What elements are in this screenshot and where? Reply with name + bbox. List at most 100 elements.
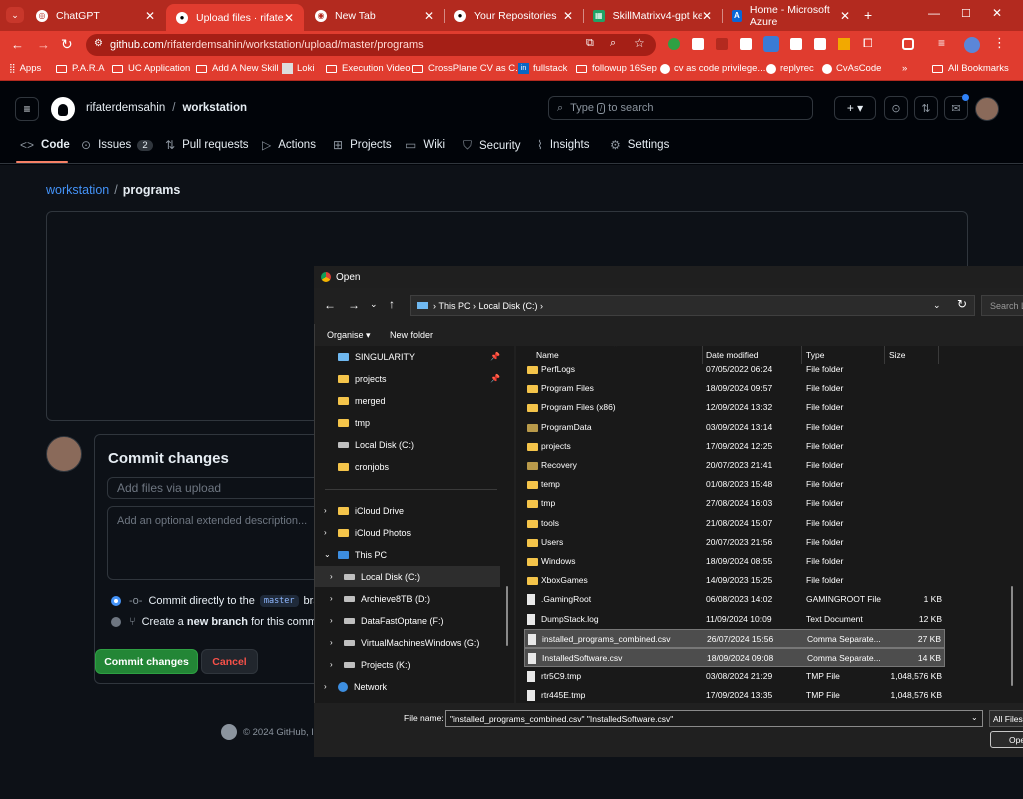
nav-item-projects[interactable]: projects 📌 bbox=[315, 368, 514, 389]
chevron-right-icon[interactable]: › bbox=[330, 594, 344, 603]
nav-item-network[interactable]: › Network bbox=[315, 676, 514, 697]
browser-tab-azure[interactable]: A Home - Microsoft Azure ✕ bbox=[722, 0, 860, 31]
address-bar[interactable]: ⚙ github.com/rifaterdemsahin/workstation… bbox=[86, 34, 656, 56]
nav-item-tmp[interactable]: tmp bbox=[315, 412, 514, 433]
avatar[interactable] bbox=[975, 97, 999, 121]
create-new-button[interactable]: + ▾ bbox=[834, 96, 876, 120]
up-icon[interactable]: ↑ bbox=[389, 297, 395, 311]
column-header-size[interactable]: Size bbox=[889, 350, 906, 360]
bookmarks-overflow-button[interactable]: » bbox=[902, 63, 907, 74]
nav-item-this-pc[interactable]: ⌄ This PC bbox=[315, 544, 514, 565]
close-window-button[interactable]: ✕ bbox=[992, 6, 1002, 20]
chevron-right-icon[interactable]: › bbox=[330, 616, 344, 625]
recent-locations-icon[interactable]: ⌄ bbox=[370, 299, 378, 310]
repo-link[interactable]: workstation bbox=[182, 102, 247, 114]
extension-icon[interactable] bbox=[902, 38, 914, 50]
bookmark-cv-as-code[interactable]: cv as code privilege... bbox=[660, 63, 765, 74]
extension-icon[interactable] bbox=[790, 38, 802, 50]
bookmark-uc-application[interactable]: UC Application bbox=[112, 63, 190, 74]
minimize-button[interactable]: — bbox=[928, 6, 940, 20]
radio-unchecked-icon[interactable] bbox=[111, 617, 121, 627]
site-settings-icon[interactable]: ⚙ bbox=[94, 38, 103, 49]
nav-item-projects-k[interactable]: › Projects (K:) bbox=[315, 654, 514, 675]
nav-item-datafast-f[interactable]: › DataFastOptane (F:) bbox=[315, 610, 514, 631]
nav-item-vm-g[interactable]: › VirtualMachinesWindows (G:) bbox=[315, 632, 514, 653]
file-row[interactable]: rtr445E.tmp 17/09/2024 13:35 TMP File 1,048… bbox=[524, 686, 945, 703]
zoom-icon[interactable]: ⌕ bbox=[610, 37, 616, 50]
close-icon[interactable]: ✕ bbox=[702, 9, 712, 23]
bookmark-followup[interactable]: followup 16Sep bbox=[576, 63, 657, 74]
column-header-type[interactable]: Type bbox=[806, 350, 824, 360]
browser-tab-skillmatrix[interactable]: ▦ SkillMatrixv4-gpt keyval ✕ bbox=[583, 0, 722, 31]
file-row[interactable]: temp 01/08/2023 15:48 File folder bbox=[524, 475, 945, 494]
nav-item-local-disk-quick[interactable]: Local Disk (C:) bbox=[315, 434, 514, 455]
close-icon[interactable]: ✕ bbox=[840, 9, 850, 23]
nav-item-merged[interactable]: merged bbox=[315, 390, 514, 411]
path-bar[interactable]: › This PC › Local Disk (C:) › ⌄ bbox=[410, 295, 975, 316]
refresh-icon[interactable]: ↻ bbox=[957, 297, 967, 311]
extension-icon[interactable] bbox=[838, 38, 850, 50]
chevron-right-icon[interactable]: › bbox=[324, 682, 338, 691]
nav-item-local-disk-c[interactable]: › Local Disk (C:) bbox=[315, 566, 500, 587]
bookmark-replyrec[interactable]: replyrec bbox=[766, 63, 814, 74]
bookmark-all[interactable]: All Bookmarks bbox=[932, 63, 1009, 74]
search-input[interactable]: ⌕ Type / to search bbox=[548, 96, 813, 120]
file-row[interactable]: PerfLogs 07/05/2022 06:24 File folder bbox=[524, 360, 945, 379]
nav-item-cronjobs[interactable]: cronjobs bbox=[315, 456, 514, 477]
path-dropdown-icon[interactable]: ⌄ bbox=[933, 300, 941, 311]
tab-search-button[interactable]: ⌄ bbox=[6, 7, 24, 23]
bookmark-para[interactable]: P.A.R.A bbox=[56, 63, 105, 74]
bookmark-crossplane[interactable]: CrossPlane CV as C... bbox=[412, 63, 523, 74]
tab-code[interactable]: <> Code bbox=[20, 138, 70, 152]
maximize-button[interactable]: ☐ bbox=[961, 7, 971, 20]
extension-icon[interactable] bbox=[763, 36, 779, 52]
nav-scrollbar[interactable] bbox=[506, 586, 508, 646]
bookmark-apps[interactable]: ⣿ Apps bbox=[9, 63, 41, 74]
file-row[interactable]: Users 20/07/2023 21:56 File folder bbox=[524, 533, 945, 552]
tab-security[interactable]: ⛉ Security bbox=[463, 138, 521, 153]
chevron-down-icon[interactable]: ⌄ bbox=[971, 713, 978, 722]
file-row[interactable]: DumpStack.log 11/09/2024 10:09 Text Docume… bbox=[524, 610, 945, 629]
organise-menu[interactable]: Organise ▾ bbox=[327, 330, 371, 341]
bookmark-fullstack[interactable]: in fullstack bbox=[518, 63, 567, 74]
avatar[interactable] bbox=[964, 37, 980, 53]
tab-pull-requests[interactable]: ⇅ Pull requests bbox=[165, 138, 249, 152]
column-header-date[interactable]: Date modified bbox=[706, 350, 758, 360]
chevron-right-icon[interactable]: › bbox=[330, 660, 344, 669]
owner-link[interactable]: rifaterdemsahin bbox=[86, 102, 165, 114]
file-row[interactable]: installed_programs_combined.csv 26/07/202… bbox=[524, 628, 945, 648]
close-icon[interactable]: ✕ bbox=[284, 11, 294, 25]
bookmark-execution-video[interactable]: Execution Video bbox=[326, 63, 411, 74]
file-list-scrollbar[interactable] bbox=[1011, 586, 1013, 686]
file-row[interactable]: tmp 27/08/2024 16:03 File folder bbox=[524, 494, 945, 513]
back-icon[interactable]: ← bbox=[11, 37, 24, 52]
browser-tab-repositories[interactable]: ● Your Repositories ✕ bbox=[444, 0, 583, 31]
tab-projects[interactable]: ⊞ Projects bbox=[333, 138, 392, 152]
file-row[interactable]: Recovery 20/07/2023 21:41 File folder bbox=[524, 456, 945, 475]
bookmark-loki[interactable]: Loki bbox=[282, 63, 314, 74]
browser-tab-chatgpt[interactable]: ◎ ChatGPT ✕ bbox=[26, 0, 165, 31]
radio-checked-icon[interactable] bbox=[111, 596, 121, 606]
forward-icon[interactable]: → bbox=[348, 298, 360, 312]
path-segment[interactable]: This PC bbox=[439, 301, 471, 311]
extension-icon[interactable] bbox=[814, 38, 826, 50]
bookmark-cvascode[interactable]: CvAsCode bbox=[822, 63, 881, 74]
bookmark-add-skill[interactable]: Add A New Skill bbox=[196, 63, 279, 74]
tab-insights[interactable]: ⌇ Insights bbox=[537, 138, 590, 152]
file-row[interactable]: XboxGames 14/09/2023 15:25 File folder bbox=[524, 571, 945, 590]
tab-issues[interactable]: ⊙ Issues 2 bbox=[81, 138, 153, 152]
file-row[interactable]: InstalledSoftware.csv 18/09/2024 09:08 Com… bbox=[524, 648, 945, 667]
file-row[interactable]: rtr5C9.tmp 03/08/2024 21:29 TMP File 1,048,… bbox=[524, 667, 945, 686]
close-icon[interactable]: ✕ bbox=[563, 9, 573, 23]
browser-tab-newtab[interactable]: ◉ New Tab ✕ bbox=[305, 0, 444, 31]
cast-icon[interactable]: ⧉ bbox=[586, 37, 594, 50]
close-icon[interactable]: ✕ bbox=[145, 9, 155, 23]
tab-wiki[interactable]: ▭ Wiki bbox=[405, 138, 445, 152]
nav-item-archieve-d[interactable]: › Archieve8TB (D:) bbox=[315, 588, 514, 609]
column-header-name[interactable]: Name bbox=[536, 350, 559, 360]
file-row[interactable]: ProgramData 03/09/2024 13:14 File folder bbox=[524, 418, 945, 437]
file-row[interactable]: Program Files (x86) 12/09/2024 13:32 File … bbox=[524, 398, 945, 417]
extension-icon[interactable] bbox=[716, 38, 728, 50]
filename-input[interactable]: "installed_programs_combined.csv" "Insta… bbox=[445, 710, 983, 727]
chevron-right-icon[interactable]: › bbox=[330, 572, 344, 581]
